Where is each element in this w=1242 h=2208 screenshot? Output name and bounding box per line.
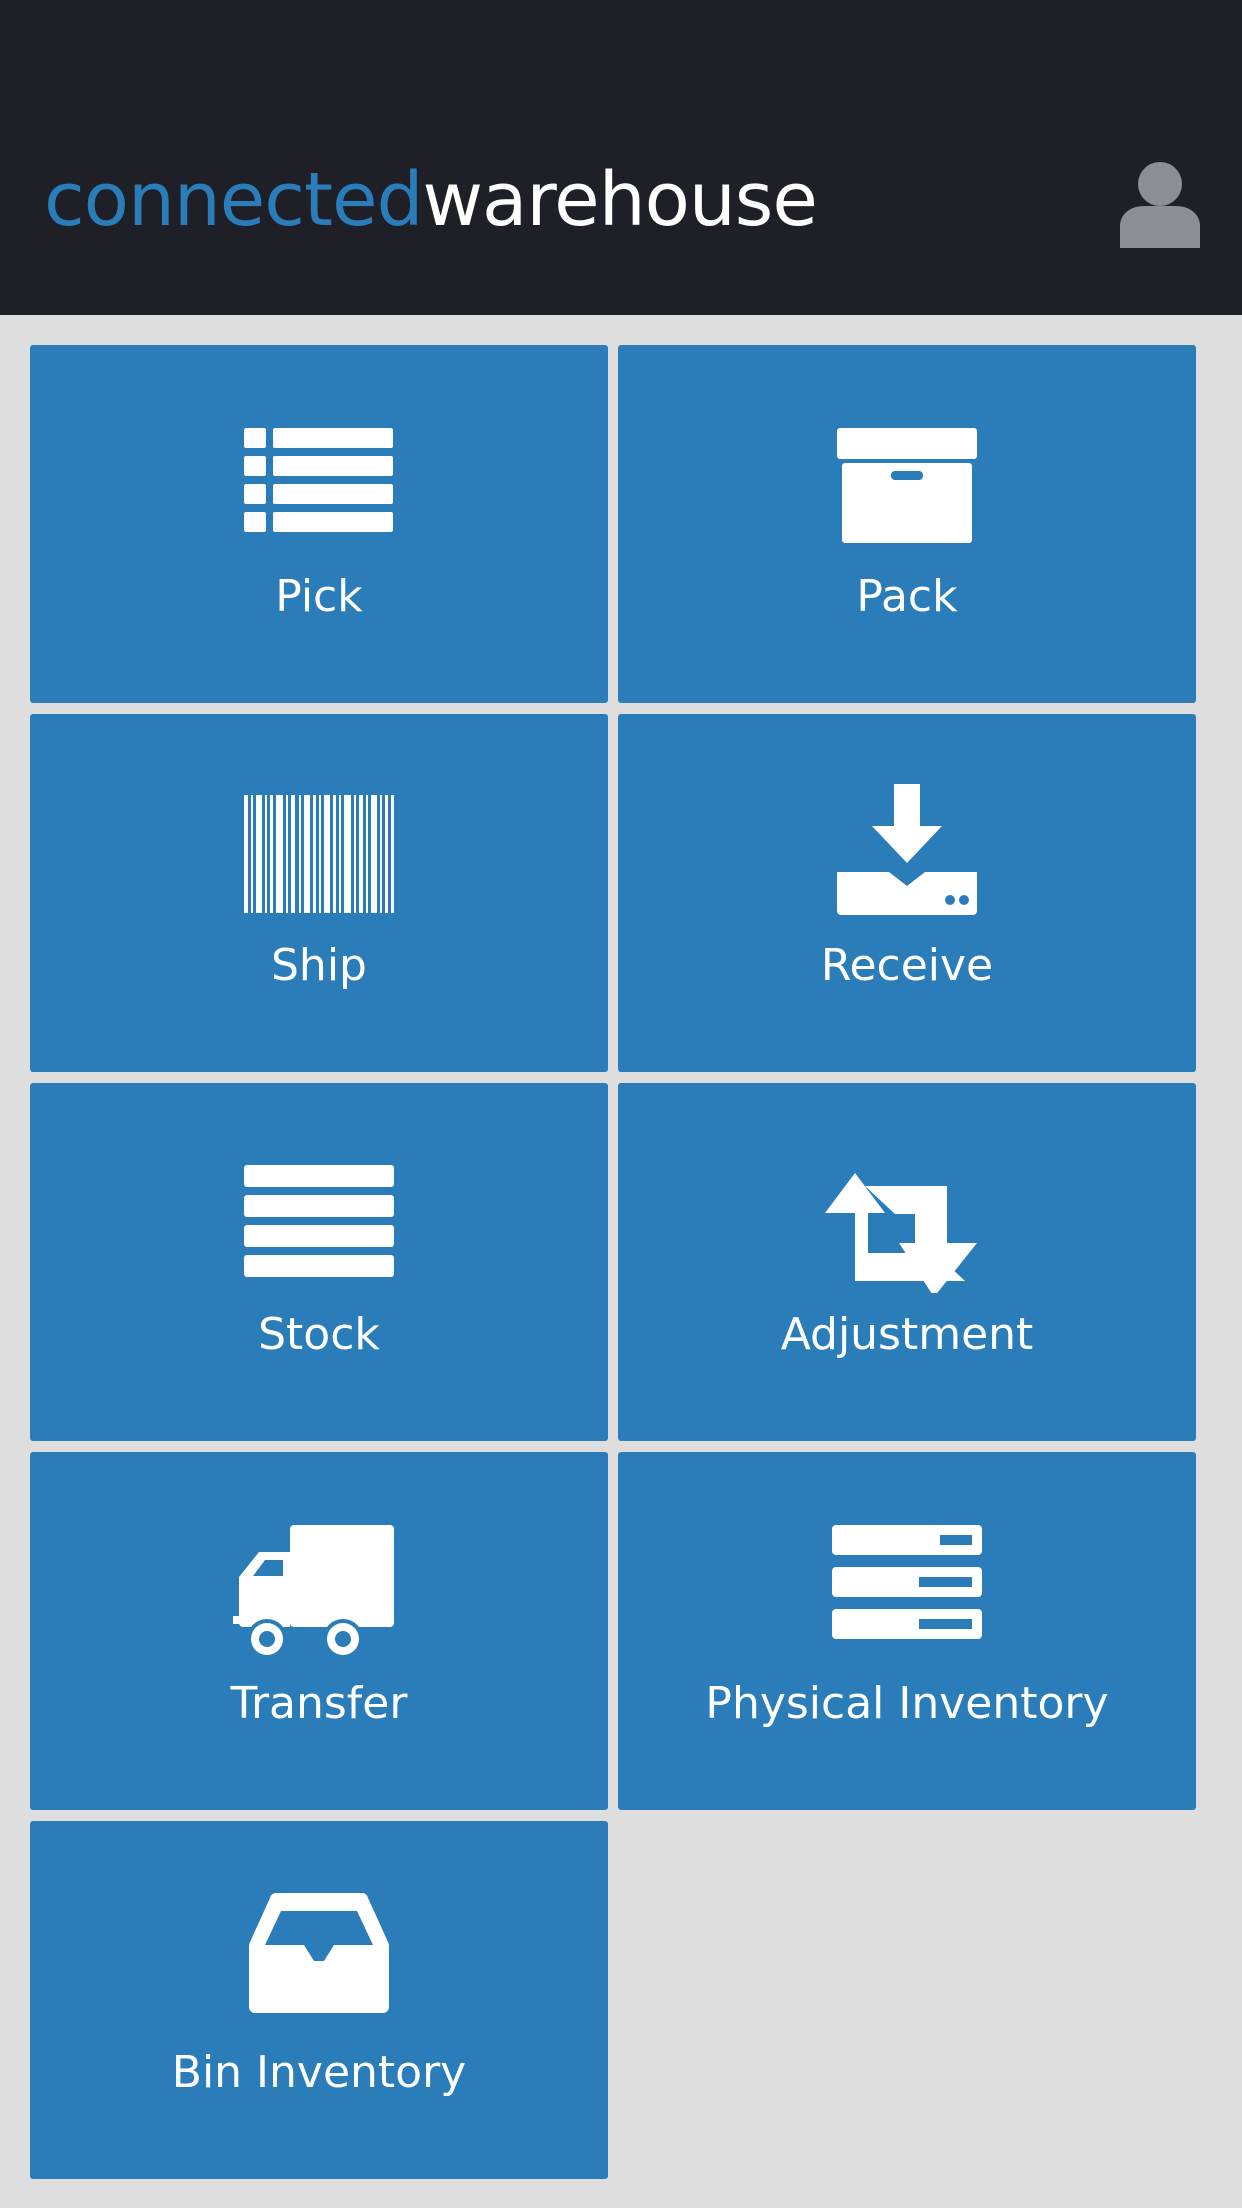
barcode-icon xyxy=(219,784,419,924)
tile-pick[interactable]: Pick xyxy=(30,345,608,703)
tile-label-physical-inventory: Physical Inventory xyxy=(705,1678,1109,1729)
tile-physical-inventory[interactable]: Physical Inventory xyxy=(618,1452,1196,1810)
tile-transfer[interactable]: Transfer xyxy=(30,1452,608,1810)
tile-bin-inventory[interactable]: Bin Inventory xyxy=(30,1821,608,2179)
retweet-icon xyxy=(807,1153,1007,1293)
tile-label-stock: Stock xyxy=(258,1309,380,1360)
tile-ship[interactable]: Ship xyxy=(30,714,608,1072)
bars-icon xyxy=(219,1153,419,1293)
truck-icon xyxy=(219,1522,419,1662)
server-icon xyxy=(807,1522,1007,1662)
tile-stock[interactable]: Stock xyxy=(30,1083,608,1441)
tile-label-adjustment: Adjustment xyxy=(780,1309,1034,1360)
tile-label-pack: Pack xyxy=(856,571,958,622)
download-tray-icon xyxy=(807,784,1007,924)
tile-pack[interactable]: Pack xyxy=(618,345,1196,703)
user-account-button[interactable] xyxy=(1118,158,1202,248)
tile-label-bin-inventory: Bin Inventory xyxy=(171,2047,467,2098)
app-logo: connectedwarehouse xyxy=(44,150,818,250)
archive-box-icon xyxy=(807,415,1007,555)
logo-part-connected: connected xyxy=(44,157,423,243)
tile-label-transfer: Transfer xyxy=(230,1678,408,1729)
tile-adjustment[interactable]: Adjustment xyxy=(618,1083,1196,1441)
list-icon xyxy=(219,415,419,555)
logo-part-warehouse: warehouse xyxy=(422,157,818,243)
app-header: connectedwarehouse xyxy=(0,0,1242,315)
inbox-icon xyxy=(219,1891,419,2031)
tile-receive[interactable]: Receive xyxy=(618,714,1196,1072)
user-icon xyxy=(1120,162,1200,248)
tile-label-pick: Pick xyxy=(275,571,363,622)
tile-label-receive: Receive xyxy=(820,940,994,991)
tile-label-ship: Ship xyxy=(271,940,367,991)
